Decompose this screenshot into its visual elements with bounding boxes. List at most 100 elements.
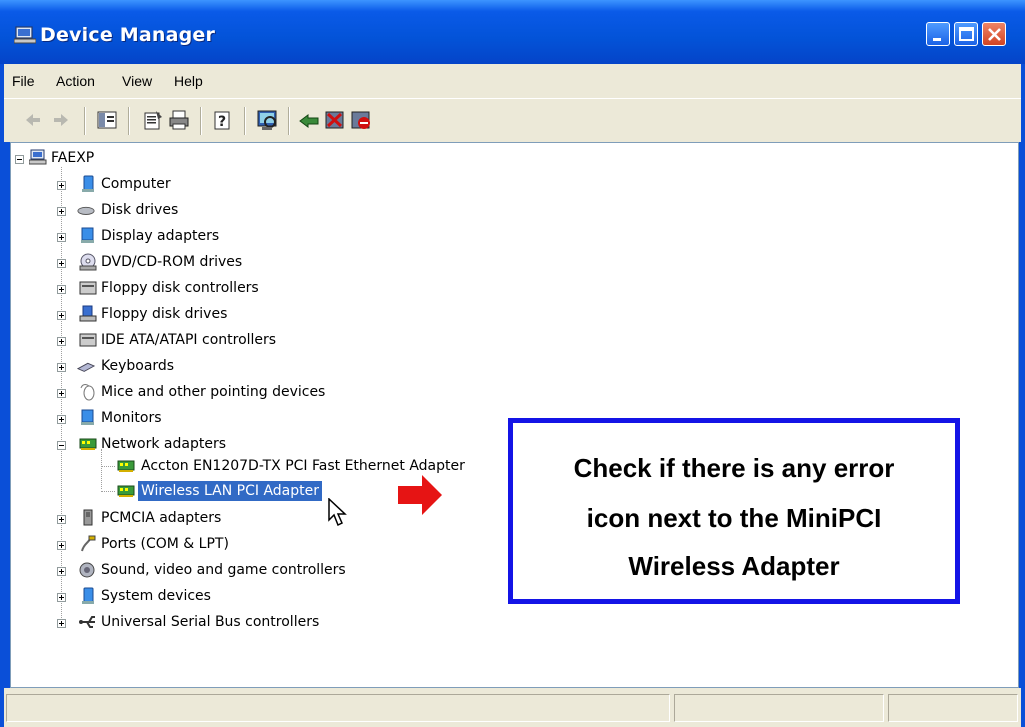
window-title: Device Manager [40,24,216,46]
disable-icon[interactable] [350,109,372,131]
tree-line [101,466,115,467]
tree-item-floppy-disk-drives[interactable]: Floppy disk drives [101,304,227,324]
expand-toggle[interactable] [57,541,66,550]
device-tree[interactable]: FAEXP Computer Disk drives Display adapt… [10,142,1019,688]
status-bar [4,688,1021,727]
tree-item-display-adapters[interactable]: Display adapters [101,226,219,246]
computer-icon [82,175,94,192]
ide-controller-icon [79,333,97,347]
port-icon [81,535,96,552]
tree-item-monitors[interactable]: Monitors [101,408,162,428]
computer-root-icon [29,149,47,165]
maximize-icon [959,27,974,41]
tree-item-floppy-disk-controllers[interactable]: Floppy disk controllers [101,278,259,298]
keyboard-icon [77,362,95,372]
tree-item-system-devices[interactable]: System devices [101,586,211,606]
disk-drive-icon [77,206,95,215]
expand-toggle[interactable] [57,619,66,628]
expand-toggle[interactable] [57,593,66,602]
tree-item-ide-controllers[interactable]: IDE ATA/ATAPI controllers [101,330,276,350]
expand-toggle[interactable] [57,311,66,320]
expand-toggle[interactable] [57,233,66,242]
status-pane [674,694,884,722]
system-device-icon [82,587,94,604]
menu-file[interactable]: File [12,73,35,89]
toolbar-separator [84,107,85,135]
collapse-toggle[interactable] [15,155,24,164]
show-hide-tree-icon[interactable] [96,109,118,131]
tree-item-disk-drives[interactable]: Disk drives [101,200,178,220]
tree-item-sound[interactable]: Sound, video and game controllers [101,560,346,580]
tree-item-usb-controllers[interactable]: Universal Serial Bus controllers [101,612,319,632]
forward-icon[interactable] [50,109,72,131]
print-icon[interactable] [168,109,190,131]
network-adapter-icon [79,438,97,450]
tree-item-pcmcia-adapters[interactable]: PCMCIA adapters [101,508,221,528]
expand-toggle[interactable] [57,363,66,372]
status-pane [6,694,670,722]
properties-icon[interactable] [142,109,164,131]
expand-toggle[interactable] [57,259,66,268]
title-bar[interactable]: Device Manager [0,0,1025,64]
expand-toggle[interactable] [57,515,66,524]
expand-toggle[interactable] [57,207,66,216]
close-button[interactable] [982,22,1006,46]
monitor-icon [81,409,94,425]
tree-line [101,449,102,489]
toolbar-separator [288,107,289,135]
tree-item-keyboards[interactable]: Keyboards [101,356,174,376]
help-icon[interactable]: ? [212,109,234,131]
floppy-drive-icon [79,305,97,322]
uninstall-icon[interactable] [324,109,346,131]
back-icon[interactable] [22,109,44,131]
tree-line [101,491,115,492]
dvd-drive-icon [79,253,97,271]
callout-line-3: Wireless Adapter [628,551,840,581]
tree-item-network-adapters[interactable]: Network adapters [101,434,226,454]
maximize-button[interactable] [954,22,978,46]
tree-item-mice[interactable]: Mice and other pointing devices [101,382,325,402]
minimize-button[interactable] [926,22,950,46]
tree-item-wireless-lan-adapter[interactable]: Wireless LAN PCI Adapter [138,481,322,501]
menu-bar: File Action View Help [4,64,1021,98]
menu-help[interactable]: Help [174,73,203,89]
display-adapter-icon [81,227,94,243]
toolbar-separator [244,107,245,135]
collapse-toggle[interactable] [57,441,66,450]
callout-line-2: icon next to the MiniPCI [586,503,882,533]
scan-hardware-icon[interactable] [256,109,278,131]
tree-root-faexp[interactable]: FAEXP [51,148,94,168]
expand-toggle[interactable] [57,415,66,424]
expand-toggle[interactable] [57,337,66,346]
device-manager-icon [14,26,36,44]
device-manager-window: Device Manager File Action View Help ? F… [0,0,1025,727]
update-driver-icon[interactable] [298,109,320,131]
expand-toggle[interactable] [57,567,66,576]
red-arrow-icon [398,475,442,515]
close-icon [988,28,1001,41]
toolbar: ? [4,98,1021,142]
svg-text:?: ? [218,114,226,130]
sound-icon [79,562,95,578]
minimize-icon [933,38,941,41]
floppy-controller-icon [79,281,97,295]
expand-toggle[interactable] [57,181,66,190]
toolbar-separator [128,107,129,135]
toolbar-separator [200,107,201,135]
status-pane [888,694,1018,722]
pcmcia-icon [83,509,93,526]
instruction-callout: Check if there is any error icon next to… [508,418,960,604]
expand-toggle[interactable] [57,389,66,398]
ethernet-adapter-icon [117,460,135,472]
mouse-icon [80,384,95,401]
usb-icon [79,616,95,628]
menu-action[interactable]: Action [56,73,95,89]
menu-view[interactable]: View [122,73,152,89]
wireless-adapter-icon [117,485,135,497]
tree-item-ports[interactable]: Ports (COM & LPT) [101,534,229,554]
callout-line-1: Check if there is any error [573,453,895,483]
mouse-cursor-icon [328,498,347,527]
expand-toggle[interactable] [57,285,66,294]
tree-item-dvd-cd-rom-drives[interactable]: DVD/CD-ROM drives [101,252,242,272]
tree-item-computer[interactable]: Computer [101,174,171,194]
